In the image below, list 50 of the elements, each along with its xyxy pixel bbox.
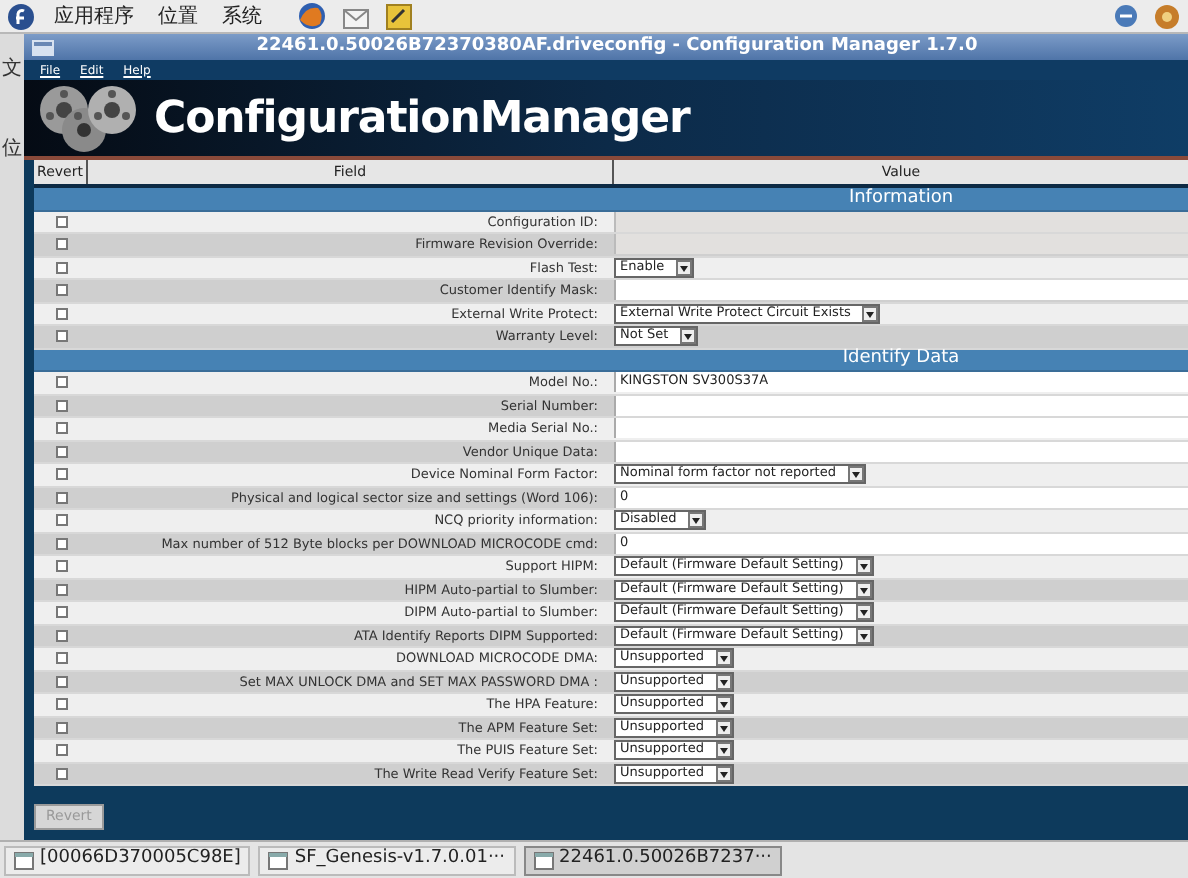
window-menu-icon[interactable] xyxy=(32,39,54,55)
window-icon xyxy=(14,851,34,869)
taskbar-button[interactable]: [00066D370005C98E] xyxy=(4,845,251,875)
revert-checkbox[interactable] xyxy=(55,376,67,389)
window-text: 位 xyxy=(2,140,22,160)
revert-checkbox[interactable] xyxy=(55,583,67,596)
revert-checkbox[interactable] xyxy=(55,307,67,320)
revert-checkbox[interactable] xyxy=(55,629,67,642)
window-text: 文 xyxy=(2,60,22,80)
panel-menu[interactable]: 位置 xyxy=(154,1,202,31)
revert-checkbox[interactable] xyxy=(55,491,67,504)
panel-menu[interactable]: 应用程序 xyxy=(50,1,138,31)
revert-checkbox[interactable] xyxy=(55,744,67,757)
panel-menu[interactable]: 系统 xyxy=(218,1,266,31)
text-field[interactable] xyxy=(614,418,1188,439)
revert-checkbox[interactable] xyxy=(55,606,67,619)
notepad-icon[interactable] xyxy=(386,3,412,29)
circle-logo-icon[interactable] xyxy=(8,3,34,29)
revert-checkbox[interactable] xyxy=(55,399,67,412)
revert-checkbox[interactable] xyxy=(55,261,67,274)
taskbar-button[interactable]: SF_Genesis-v1.7.0.01··· xyxy=(258,845,516,875)
text-field[interactable] xyxy=(614,280,1188,301)
window-title: 22461.0.50026B72370380AF.driveconfig - Configuration Manager 1.7.0 xyxy=(254,33,980,60)
revert-checkbox[interactable] xyxy=(55,721,67,734)
section-title: Information xyxy=(848,189,954,208)
revert-checkbox[interactable] xyxy=(55,537,67,550)
revert-checkbox[interactable] xyxy=(55,675,67,688)
banner-title: ConfigurationManager xyxy=(154,91,690,147)
status-icon[interactable] xyxy=(1154,3,1180,29)
revert-checkbox[interactable] xyxy=(55,698,67,711)
revert-checkbox[interactable] xyxy=(55,238,67,251)
network-icon[interactable] xyxy=(1114,4,1138,28)
window-icon xyxy=(533,851,554,869)
revert-checkbox[interactable] xyxy=(55,560,67,573)
revert-checkbox[interactable] xyxy=(55,284,67,297)
section-title: Identify Data xyxy=(842,350,960,369)
revert-checkbox[interactable] xyxy=(55,468,67,481)
revert-checkbox[interactable] xyxy=(55,767,67,780)
revert-checkbox[interactable] xyxy=(55,652,67,665)
revert-checkbox[interactable] xyxy=(55,215,67,228)
taskbar-button[interactable]: 22461.0.50026B7237··· xyxy=(523,845,782,875)
revert-checkbox[interactable] xyxy=(55,422,67,435)
revert-checkbox[interactable] xyxy=(55,330,67,343)
window-icon xyxy=(268,851,289,869)
revert-checkbox[interactable] xyxy=(55,514,67,527)
envelope-icon[interactable] xyxy=(342,3,370,29)
text-field[interactable] xyxy=(614,441,1188,462)
text-field[interactable] xyxy=(614,395,1188,416)
revert-checkbox[interactable] xyxy=(55,445,67,458)
globe-icon[interactable] xyxy=(298,2,326,30)
